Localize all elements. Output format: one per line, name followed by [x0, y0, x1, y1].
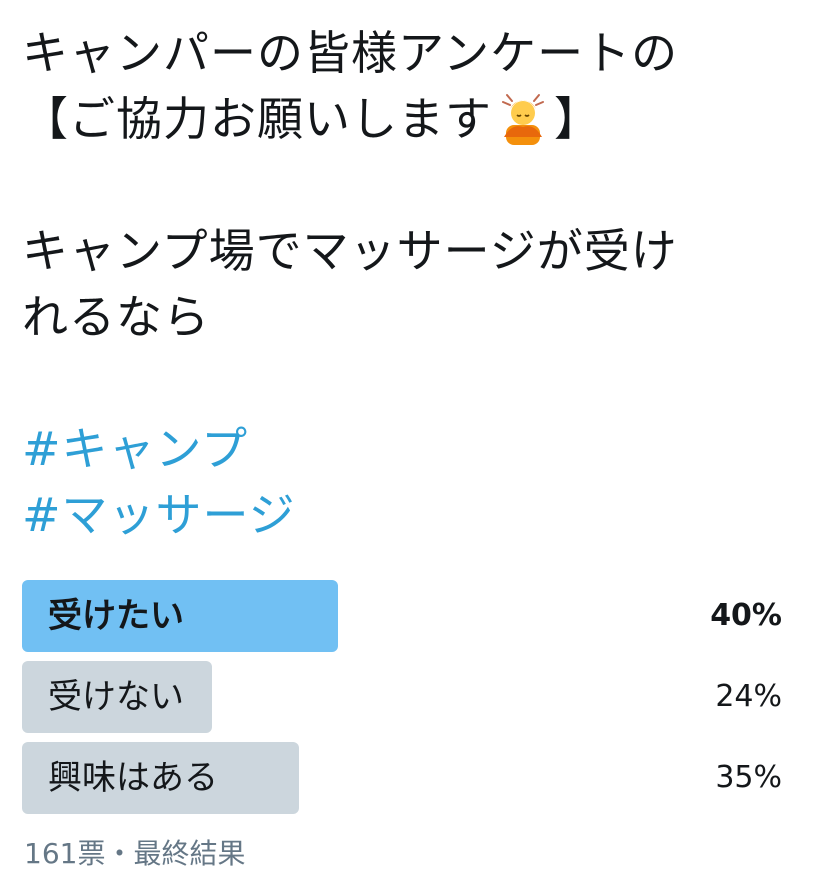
poll-option-label: 受けない	[48, 677, 184, 717]
tweet-line-2-text: 【ご協力お願いします	[22, 92, 492, 146]
person-bowing-icon	[494, 87, 552, 145]
tweet-line-2: 【ご協力お願いします 】	[22, 86, 812, 152]
poll-footer: 161票・最終結果	[24, 837, 246, 870]
poll-option-label: 受けたい	[48, 596, 184, 636]
poll-option-label: 興味はある	[48, 758, 218, 798]
poll-option: 受けたい 40%	[22, 580, 792, 652]
poll-option: 興味はある 35%	[22, 742, 792, 814]
hashtag-link[interactable]: #キャンプ	[22, 416, 812, 482]
tweet-line-2-close: 】	[554, 92, 601, 146]
poll-option: 受けない 24%	[22, 661, 792, 733]
poll-option-percent: 35%	[715, 760, 782, 795]
poll-option-percent: 40%	[710, 598, 782, 633]
tweet-line-1: キャンパーの皆様アンケートの	[22, 26, 679, 80]
poll: 受けたい 40% 受けない 24% 興味はある 35%	[22, 580, 792, 823]
tweet-line-3: キャンプ場でマッサージが受け	[22, 224, 678, 278]
poll-option-percent: 24%	[715, 679, 782, 714]
hashtag-link[interactable]: #マッサージ	[22, 482, 812, 548]
tweet-line-4: れるなら	[22, 290, 210, 344]
tweet-text: キャンパーの皆様アンケートの 【ご協力お願いします 】 キャンプ場でマッサージが…	[22, 20, 812, 548]
